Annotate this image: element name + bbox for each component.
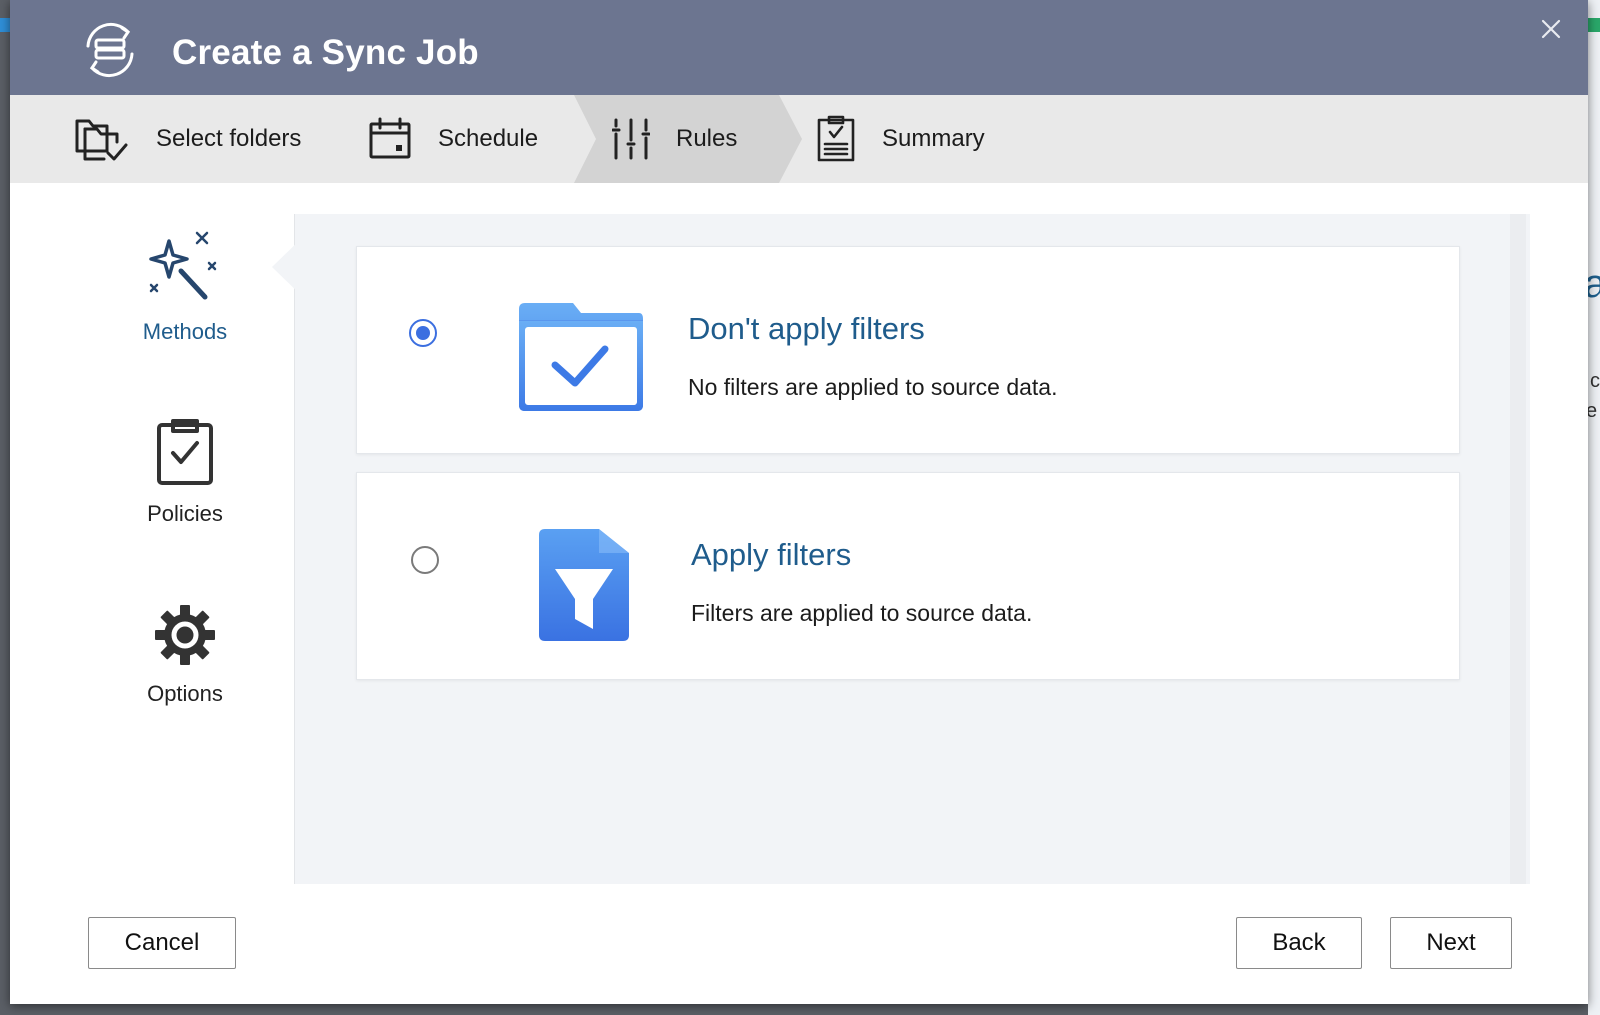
panel-scroll-track [1510,214,1526,884]
radio-dont-apply-filters[interactable] [409,319,437,347]
step-label: Rules [676,125,738,152]
step-schedule[interactable]: Schedule [368,95,538,183]
nav-label-methods: Methods [142,319,228,344]
option-apply-filters[interactable]: Apply filters Filters are applied to sou… [356,472,1460,680]
magic-wand-icon [149,231,217,300]
step-label: Schedule [438,125,539,152]
nav-item-policies[interactable]: Policies [90,415,280,527]
radio-apply-filters[interactable] [411,546,439,574]
dialog-titlebar: Create a Sync Job [10,0,1588,95]
clipboard-check-icon [157,419,213,485]
cancel-button[interactable]: Cancel [88,917,236,969]
step-select-folders[interactable]: Select folders [74,95,301,183]
gear-icon [155,605,215,665]
option-description: No filters are applied to source data. [688,374,1058,400]
nav-label-options: Options [147,681,223,706]
create-sync-job-dialog: Create a Sync Job Select folders Schedul… [10,0,1588,1004]
active-nav-pointer [272,236,304,298]
sync-server-icon [86,22,134,78]
next-button[interactable]: Next [1390,917,1512,969]
nav-item-options[interactable]: Options [90,603,280,707]
back-button[interactable]: Back [1236,917,1362,969]
clipboard-list-icon [817,115,855,162]
background-text-fragment: c [1590,370,1600,392]
folder-check-icon [519,303,643,411]
option-title: Apply filters [691,537,852,572]
calendar-icon [369,117,411,159]
filter-file-icon [539,529,629,641]
folder-check-icon [75,119,128,161]
background-page [1588,0,1600,1015]
dialog-title: Create a Sync Job [172,33,479,72]
option-dont-apply-filters[interactable]: Don't apply filters No filters are appli… [356,246,1460,454]
nav-item-methods[interactable]: Methods [90,229,280,345]
sliders-icon [612,118,650,160]
nav-label-policies: Policies [147,501,223,526]
step-label: Summary [882,125,985,152]
step-summary[interactable]: Summary [816,95,985,183]
step-label: Select folders [156,125,302,152]
wizard-step-bar: Select folders Schedule Rules Summary [10,95,1588,183]
option-description: Filters are applied to source data. [691,600,1033,626]
option-title: Don't apply filters [688,311,925,346]
rules-side-nav: Methods Policies Options [10,183,298,883]
step-rules[interactable]: Rules [612,95,737,183]
close-icon[interactable] [1536,14,1566,44]
